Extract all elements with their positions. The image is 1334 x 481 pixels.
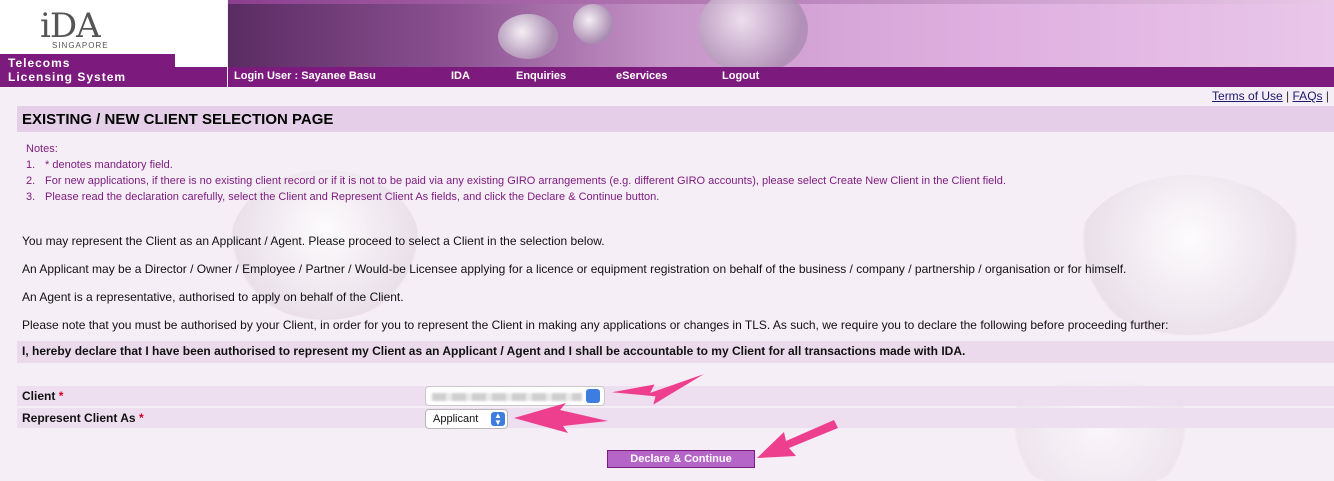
- annotation-arrow-icon: [757, 420, 838, 458]
- annotation-arrow-icon: [612, 374, 704, 405]
- annotation-arrow-icon: [514, 403, 608, 433]
- annotation-arrows: [514, 374, 838, 458]
